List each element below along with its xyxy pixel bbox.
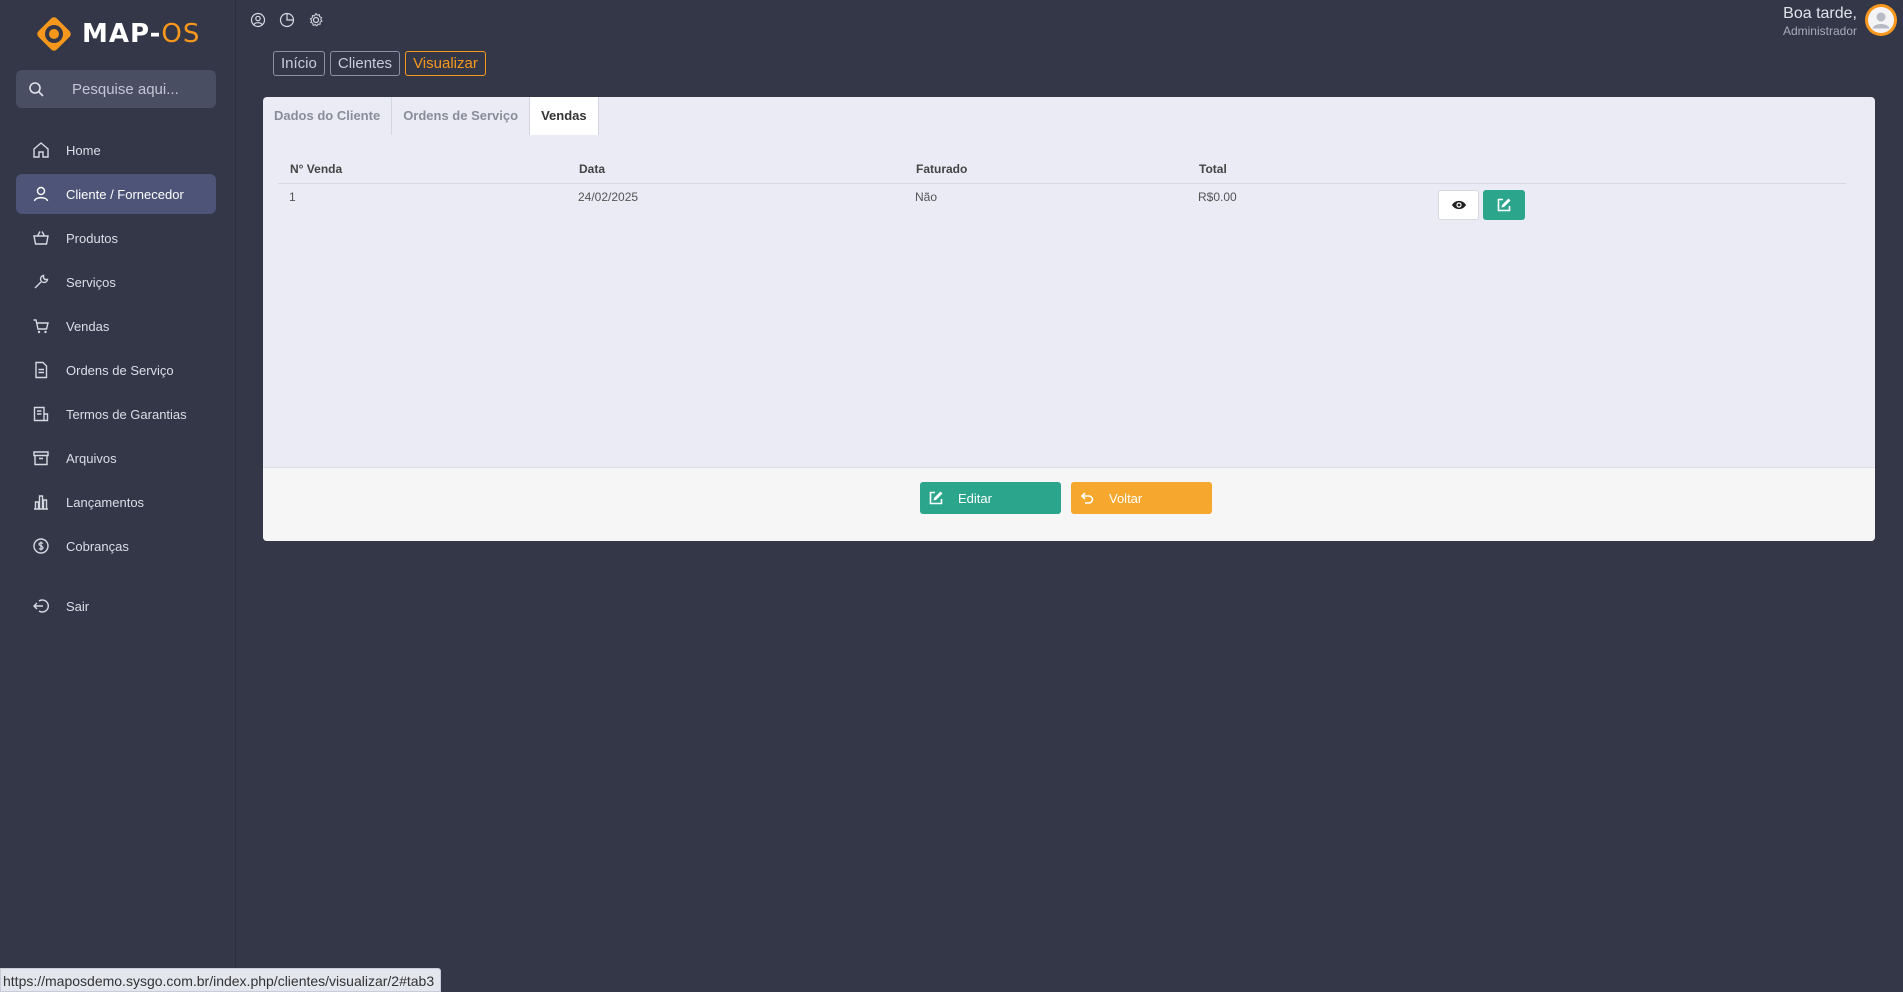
column-header-numero: N° Venda bbox=[278, 161, 567, 184]
sidebar-item-clientes[interactable]: Cliente / Fornecedor bbox=[16, 174, 216, 214]
sidebar-item-cobrancas[interactable]: Cobranças bbox=[16, 526, 216, 566]
user-role: Administrador bbox=[1782, 24, 1857, 38]
tab-dados-cliente[interactable]: Dados do Cliente bbox=[263, 97, 393, 135]
breadcrumb: Início Clientes Visualizar bbox=[273, 51, 486, 76]
reports-pie-icon[interactable] bbox=[279, 12, 295, 28]
sidebar: MAP-OS Home Cliente / Fornecedor Produto… bbox=[0, 0, 236, 992]
sidebar-item-ordens[interactable]: Ordens de Serviço bbox=[16, 350, 216, 390]
logout-icon bbox=[33, 599, 49, 613]
home-icon bbox=[33, 142, 49, 158]
sidebar-item-lancamentos[interactable]: Lançamentos bbox=[16, 482, 216, 522]
bar-chart-icon bbox=[34, 495, 48, 510]
cell-actions bbox=[1427, 183, 1846, 223]
breadcrumb-inicio[interactable]: Início bbox=[273, 51, 325, 76]
sidebar-item-label: Vendas bbox=[66, 318, 110, 334]
sidebar-item-label: Termos de Garantias bbox=[66, 406, 187, 422]
archive-icon bbox=[33, 451, 49, 466]
search-icon bbox=[16, 81, 56, 97]
undo-icon bbox=[1071, 491, 1103, 505]
eye-icon bbox=[1451, 200, 1466, 209]
breadcrumb-visualizar[interactable]: Visualizar bbox=[405, 51, 486, 76]
basket-icon bbox=[33, 231, 49, 245]
avatar[interactable] bbox=[1865, 4, 1897, 36]
sidebar-item-vendas[interactable]: Vendas bbox=[16, 306, 216, 346]
sidebar-item-termos[interactable]: Termos de Garantias bbox=[16, 394, 216, 434]
tab-vendas[interactable]: Vendas bbox=[530, 97, 599, 135]
sidebar-item-label: Cobranças bbox=[66, 538, 129, 554]
document-icon bbox=[35, 361, 48, 379]
sidebar-item-home[interactable]: Home bbox=[16, 130, 216, 170]
cell-data: 24/02/2025 bbox=[578, 189, 639, 204]
form-actions-bar: Editar Voltar bbox=[263, 467, 1875, 541]
edit-icon bbox=[920, 490, 952, 506]
cart-icon bbox=[33, 319, 49, 334]
back-button[interactable]: Voltar bbox=[1071, 482, 1212, 514]
column-header-data: Data bbox=[567, 161, 904, 184]
cell-total: R$0.00 bbox=[1198, 189, 1237, 204]
breadcrumb-clientes[interactable]: Clientes bbox=[329, 51, 401, 76]
sidebar-item-label: Arquivos bbox=[66, 450, 117, 466]
sidebar-item-produtos[interactable]: Produtos bbox=[16, 218, 216, 258]
gear-logo-icon bbox=[37, 17, 71, 51]
view-sale-button[interactable] bbox=[1438, 189, 1479, 220]
search-input[interactable] bbox=[56, 80, 206, 98]
edit-button-label: Editar bbox=[958, 490, 992, 506]
wrench-icon bbox=[34, 274, 49, 289]
client-detail-panel: Dados do Cliente Ordens de Serviço Venda… bbox=[263, 97, 1875, 541]
sidebar-item-label: Cliente / Fornecedor bbox=[66, 186, 184, 202]
sidebar-item-label: Sair bbox=[66, 598, 90, 614]
sidebar-item-label: Lançamentos bbox=[66, 494, 145, 510]
sidebar-item-label: Ordens de Serviço bbox=[66, 362, 174, 378]
sidebar-item-sair[interactable]: Sair bbox=[16, 586, 216, 626]
greeting-text: Boa tarde, bbox=[1783, 5, 1857, 22]
search-box[interactable] bbox=[16, 70, 216, 108]
user-greeting: Boa tarde, Administrador bbox=[1783, 5, 1857, 38]
dollar-icon bbox=[33, 538, 49, 554]
brand-name: MAP-OS bbox=[82, 19, 201, 49]
user-icon bbox=[33, 186, 49, 202]
sidebar-item-label: Produtos bbox=[66, 230, 119, 246]
edit-button[interactable]: Editar bbox=[920, 482, 1061, 514]
top-icon-bar bbox=[250, 12, 324, 28]
column-header-actions bbox=[1427, 161, 1846, 184]
sales-table: N° Venda Data Faturado Total 1 24/02/202… bbox=[278, 161, 1846, 223]
user-avatar-icon bbox=[1868, 7, 1894, 33]
back-button-label: Voltar bbox=[1109, 490, 1143, 506]
sidebar-item-label: Home bbox=[66, 142, 101, 158]
tab-bar: Dados do Cliente Ordens de Serviço Venda… bbox=[263, 97, 599, 135]
profile-icon[interactable] bbox=[250, 12, 266, 28]
sidebar-item-label: Serviços bbox=[66, 274, 116, 290]
edit-sale-button[interactable] bbox=[1483, 189, 1525, 220]
browser-status-url: https://maposdemo.sysgo.com.br/index.php… bbox=[0, 968, 442, 992]
sidebar-menu: Home Cliente / Fornecedor Produtos Servi… bbox=[16, 130, 216, 630]
table-header-row: N° Venda Data Faturado Total bbox=[278, 161, 1846, 184]
receipt-icon bbox=[33, 406, 49, 422]
settings-gear-icon[interactable] bbox=[308, 12, 324, 28]
tab-ordens-servico[interactable]: Ordens de Serviço bbox=[392, 97, 531, 135]
sidebar-item-servicos[interactable]: Serviços bbox=[16, 262, 216, 302]
brand-logo[interactable]: MAP-OS bbox=[34, 14, 200, 54]
sidebar-item-arquivos[interactable]: Arquivos bbox=[16, 438, 216, 478]
column-header-total: Total bbox=[1187, 161, 1427, 184]
table-row: 1 24/02/2025 Não R$0.00 bbox=[278, 183, 1846, 223]
edit-icon bbox=[1497, 198, 1511, 211]
column-header-faturado: Faturado bbox=[904, 161, 1187, 184]
cell-numero: 1 bbox=[289, 189, 296, 204]
cell-faturado: Não bbox=[915, 189, 938, 204]
